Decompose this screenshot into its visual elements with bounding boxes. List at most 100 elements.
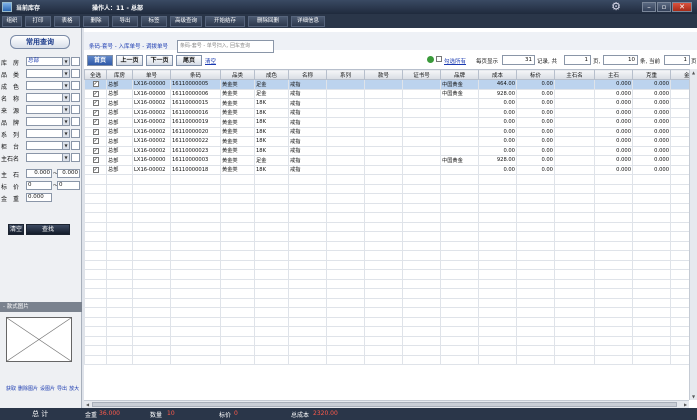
table-row[interactable] <box>84 212 689 223</box>
table-row[interactable]: ✓ 总部 LX16-00002 16110000016 黄金类 18K 戒指 0.00 0.00… <box>84 107 689 118</box>
filter-select[interactable]: ▼ <box>26 105 70 114</box>
minimize-button[interactable]: – <box>642 2 656 12</box>
column-header[interactable]: 全选 <box>84 69 107 80</box>
filter-extra-box[interactable] <box>71 69 80 78</box>
common-query-button[interactable]: 常用查询 <box>10 35 70 49</box>
table-row[interactable] <box>84 326 689 337</box>
photo-link[interactable]: 设图片 <box>40 386 55 392</box>
column-header[interactable]: 主石名 <box>554 69 595 80</box>
chevron-down-icon[interactable]: ▼ <box>62 142 69 149</box>
row-checkbox[interactable]: ✓ <box>92 157 99 163</box>
table-row[interactable] <box>84 193 689 204</box>
filter-select[interactable]: ▼ <box>26 81 70 90</box>
chevron-down-icon[interactable]: ▼ <box>62 130 69 137</box>
row-checkbox[interactable]: ✓ <box>92 100 99 106</box>
row-checkbox[interactable]: ✓ <box>92 119 99 125</box>
table-row[interactable] <box>84 250 689 261</box>
chevron-down-icon[interactable]: ▼ <box>62 58 69 65</box>
table-row[interactable] <box>84 269 689 280</box>
filter-extra-box[interactable] <box>71 93 80 102</box>
table-row[interactable] <box>84 307 689 318</box>
scroll-down-icon[interactable]: ▼ <box>690 393 697 400</box>
filter-select[interactable]: ▼ <box>26 153 70 162</box>
scroll-left-icon[interactable]: ◀ <box>84 401 91 408</box>
search-button[interactable]: 查找 <box>26 224 70 235</box>
column-header[interactable]: 系列 <box>326 69 365 80</box>
show-all-checkbox[interactable] <box>436 56 442 62</box>
column-header[interactable]: 标价 <box>516 69 555 80</box>
price-to-input[interactable]: 0 <box>57 181 80 190</box>
clear-button[interactable]: 清空 <box>8 224 24 235</box>
column-header[interactable]: 条码 <box>170 69 221 80</box>
chevron-down-icon[interactable]: ▼ <box>62 118 69 125</box>
table-row[interactable]: ✓ 总部 LX16-00002 16110000019 黄金类 18K 戒指 0.00 0.00… <box>84 117 689 128</box>
table-row[interactable]: ✓ 总部 LX16-00002 16110000023 黄金类 18K 戒指 0.00 0.00… <box>84 145 689 156</box>
photo-link[interactable]: 获取 <box>6 386 16 392</box>
filter-extra-box[interactable] <box>71 105 80 114</box>
table-row[interactable] <box>84 174 689 185</box>
row-checkbox[interactable]: ✓ <box>92 109 99 116</box>
filter-extra-box[interactable] <box>71 129 80 138</box>
menu-item[interactable]: 删除回删 <box>248 16 288 27</box>
scroll-thumb[interactable] <box>92 402 677 407</box>
table-row[interactable]: ✓ 总部 LX16-00002 16110000018 黄金类 18K 戒指 0.00 0.00… <box>84 164 689 175</box>
main-stone-from-input[interactable]: 0.000 <box>26 169 52 178</box>
table-row[interactable] <box>84 345 689 356</box>
main-stone-to-input[interactable]: 0.000 <box>57 169 80 178</box>
menu-item[interactable]: 高级查询 <box>170 16 202 27</box>
table-row[interactable]: ✓ 总部 LX16-00002 16110000022 黄金类 18K 戒指 0.00 0.00… <box>84 136 689 147</box>
scroll-up-icon[interactable]: ▲ <box>690 69 697 76</box>
table-row[interactable] <box>84 231 689 242</box>
chevron-down-icon[interactable]: ▼ <box>62 106 69 113</box>
column-header[interactable]: 库房 <box>106 69 133 80</box>
table-row[interactable]: ✓ 总部 LX16-00000 16110000003 黄金类 足金 戒指 中国黄金 928.0… <box>84 155 689 166</box>
column-header[interactable]: 成本 <box>478 69 517 80</box>
filter-select[interactable]: ▼ <box>26 117 70 126</box>
table-row[interactable]: ✓ 总部 LX16-00000 16110000005 黄金类 足金 戒指 中国黄金 464.0… <box>84 79 689 90</box>
row-checkbox[interactable]: ✓ <box>92 128 99 135</box>
column-header[interactable]: 主石 <box>594 69 633 80</box>
chevron-down-icon[interactable]: ▼ <box>62 70 69 77</box>
horizontal-scrollbar[interactable]: ◀ ▶ <box>84 400 689 408</box>
last-page-button[interactable]: 尾页 <box>176 55 202 66</box>
column-header[interactable]: 名称 <box>288 69 327 80</box>
row-checkbox[interactable]: ✓ <box>92 81 99 87</box>
per-page-input[interactable]: 31 <box>502 55 535 65</box>
table-row[interactable]: ✓ 总部 LX16-00002 16110000020 黄金类 18K 戒指 0.00 0.00… <box>84 126 689 137</box>
menu-item[interactable]: 详细信息 <box>291 16 325 27</box>
row-checkbox[interactable]: ✓ <box>92 138 99 144</box>
filter-select[interactable]: ▼ <box>26 69 70 78</box>
menu-item[interactable]: 打印 <box>25 16 51 27</box>
table-row[interactable] <box>84 240 689 251</box>
column-header[interactable]: 证书号 <box>402 69 441 80</box>
table-row[interactable] <box>84 335 689 346</box>
column-header[interactable]: 金重 <box>670 69 689 80</box>
menu-item[interactable]: 表格 <box>54 16 80 27</box>
show-all-link[interactable]: 勾选所有 <box>444 57 466 65</box>
column-header[interactable]: 品类 <box>220 69 255 80</box>
table-row[interactable] <box>84 202 689 213</box>
filter-extra-box[interactable] <box>71 57 80 66</box>
gold-weight-input[interactable]: 0.000 <box>26 193 52 202</box>
table-row[interactable] <box>84 288 689 299</box>
column-header[interactable]: 成色 <box>254 69 289 80</box>
row-checkbox[interactable]: ✓ <box>92 90 99 97</box>
table-row[interactable]: ✓ 总部 LX16-00000 16110000006 黄金类 足金 戒指 中国黄金 928.0… <box>84 88 689 99</box>
menu-item[interactable]: 导出 <box>112 16 138 27</box>
prev-page-button[interactable]: 上一页 <box>116 55 143 66</box>
table-row[interactable]: ✓ 总部 LX16-00002 16110000015 黄金类 18K 戒指 0.00 0.00… <box>84 98 689 109</box>
menu-item[interactable]: 开始结存 <box>205 16 245 27</box>
filter-extra-box[interactable] <box>71 81 80 90</box>
table-row[interactable] <box>84 221 689 232</box>
chevron-down-icon[interactable]: ▼ <box>62 154 69 161</box>
photo-link[interactable]: 删除图片 <box>18 386 38 392</box>
table-row[interactable] <box>84 278 689 289</box>
filter-extra-box[interactable] <box>71 153 80 162</box>
chevron-down-icon[interactable]: ▼ <box>62 82 69 89</box>
menu-item[interactable]: 组织 <box>2 16 22 27</box>
clear-link[interactable]: 清空 <box>205 57 216 65</box>
table-row[interactable] <box>84 183 689 194</box>
maximize-button[interactable]: ▫ <box>657 2 671 12</box>
table-row[interactable] <box>84 297 689 308</box>
column-header[interactable]: 款号 <box>364 69 403 80</box>
